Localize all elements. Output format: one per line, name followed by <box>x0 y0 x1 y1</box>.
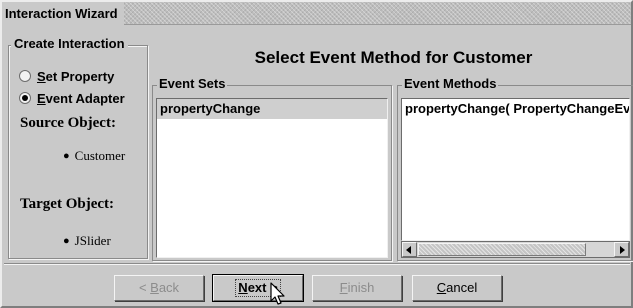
interaction-wizard-dialog: Interaction Wizard Create Interaction Se… <box>0 0 633 308</box>
page-heading: Select Event Method for Customer <box>254 48 533 67</box>
bullet-icon: ● <box>63 150 70 162</box>
cancel-button[interactable]: Cancel <box>412 275 502 301</box>
window-title: Interaction Wizard <box>2 2 124 25</box>
bullet-icon: ● <box>63 235 70 247</box>
mouse-pointer-icon <box>270 282 285 305</box>
title-bar[interactable]: Interaction Wizard <box>2 2 631 25</box>
scroll-right-button[interactable] <box>614 242 629 257</box>
scroll-left-button[interactable] <box>402 242 417 257</box>
event-methods-legend: Event Methods <box>402 76 499 91</box>
horizontal-scrollbar[interactable] <box>401 241 630 258</box>
set-property-label: Set Property <box>37 68 115 84</box>
event-adapter-radio[interactable]: Event Adapter <box>19 88 125 108</box>
arrow-right-icon <box>620 246 625 254</box>
create-interaction-legend: Create Interaction <box>11 36 128 51</box>
arrow-left-icon <box>406 246 411 254</box>
scroll-thumb[interactable] <box>418 243 586 256</box>
target-object-value: ● JSlider <box>63 233 111 249</box>
radio-icon[interactable] <box>19 70 31 82</box>
back-button[interactable]: < Back <box>114 275 204 301</box>
radio-icon[interactable] <box>19 92 31 104</box>
list-item[interactable]: propertyChange( PropertyChangeEv <box>402 99 629 119</box>
source-object-name: Customer <box>74 148 126 163</box>
target-object-name: JSlider <box>74 233 111 248</box>
event-adapter-label: Event Adapter <box>37 90 125 106</box>
target-object-label: Target Object: <box>20 196 114 212</box>
source-object-value: ● Customer <box>63 148 125 164</box>
event-sets-legend: Event Sets <box>157 76 228 91</box>
next-button[interactable]: Next > <box>212 274 304 302</box>
button-separator <box>4 263 630 265</box>
event-methods-list[interactable]: propertyChange( PropertyChangeEv <box>401 98 630 241</box>
list-item[interactable]: propertyChange <box>157 99 387 119</box>
event-sets-list[interactable]: propertyChange <box>156 98 388 258</box>
set-property-radio[interactable]: Set Property <box>19 66 114 86</box>
source-object-label: Source Object: <box>20 115 116 131</box>
finish-button[interactable]: Finish <box>312 275 402 301</box>
